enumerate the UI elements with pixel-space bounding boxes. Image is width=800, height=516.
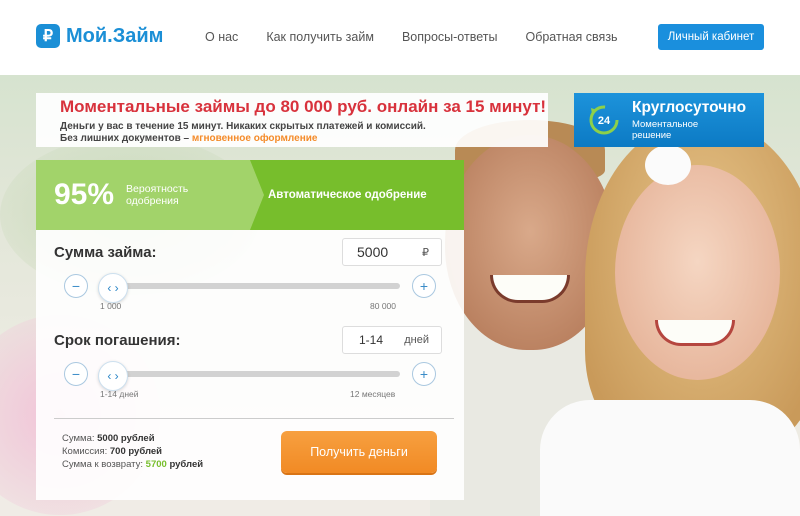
logo[interactable]: ₽ Мой.Займ <box>36 24 163 48</box>
promo-banner: Моментальные займы до 80 000 руб. онлайн… <box>36 93 548 147</box>
term-increase-button[interactable]: + <box>412 362 436 386</box>
summary-return-label: Сумма к возврату: <box>62 459 144 470</box>
amount-track[interactable]: ‹ › <box>98 273 400 303</box>
girl-face <box>615 165 780 380</box>
amount-slider-handle[interactable]: ‹ › <box>98 273 128 303</box>
summary-return-unit: рублей <box>169 459 204 470</box>
main-nav: О нас Как получить займ Вопросы-ответы О… <box>205 30 646 44</box>
term-max-label: 12 месяцев <box>350 389 396 399</box>
summary-fee: Комиссия: 700 рублей <box>62 445 203 458</box>
girl-dress <box>540 400 800 516</box>
nav-item-faq[interactable]: Вопросы-ответы <box>402 30 498 44</box>
logo-text: Мой.Займ <box>66 24 164 47</box>
promo-line-2: Без лишних документов – мгновенное оформ… <box>60 133 548 144</box>
promo-line-2-accent: мгновенное оформление <box>191 133 318 144</box>
loan-calculator: 95% Вероятность одобрения Автоматическое… <box>36 160 464 500</box>
term-label: Срок погашения: <box>54 332 181 349</box>
badge24-title: Круглосуточно <box>632 99 747 116</box>
nav-item-about[interactable]: О нас <box>205 30 238 44</box>
nav-item-feedback[interactable]: Обратная связь <box>525 30 617 44</box>
summary-fee-label: Комиссия: <box>62 446 108 457</box>
amount-label: Сумма займа: <box>54 244 157 261</box>
amount-slider: − ‹ › + <box>64 273 446 303</box>
site-header: ₽ Мой.Займ О нас Как получить займ Вопро… <box>0 0 800 75</box>
summary-sum-label: Сумма: <box>62 433 95 444</box>
summary-return: Сумма к возврату: 5700 рублей <box>62 458 203 471</box>
chevron-left-right-icon: ‹ › <box>107 369 119 383</box>
promo-line-1: Деньги у вас в течение 15 минут. Никаких… <box>60 121 426 132</box>
amount-min-label: 1 000 <box>100 301 122 311</box>
clock-24-icon: 24 <box>589 105 619 135</box>
clock-24-number: 24 <box>598 115 611 127</box>
get-money-button[interactable]: Получить деньги <box>281 431 437 473</box>
summary-fee-value: 700 рублей <box>109 446 163 457</box>
approval-percent-label: Вероятность одобрения <box>126 183 189 207</box>
approval-strip: 95% Вероятность одобрения Автоматическое… <box>36 160 464 230</box>
term-unit: дней <box>404 334 429 346</box>
approval-percent: 95% <box>54 178 115 211</box>
amount-decrease-button[interactable]: − <box>64 274 88 298</box>
chevron-left-right-icon: ‹ › <box>107 281 119 295</box>
ruble-logo-icon: ₽ <box>36 24 60 48</box>
badge24-subtitle: Моментальное решение <box>632 119 699 141</box>
term-decrease-button[interactable]: − <box>64 362 88 386</box>
personal-cabinet-button[interactable]: Личный кабинет <box>658 24 764 50</box>
divider <box>54 418 454 419</box>
auto-approval: Автоматическое одобрение <box>250 160 464 230</box>
loan-summary: Сумма: 5000 рублей Комиссия: 700 рублей … <box>62 432 203 471</box>
approval-probability: 95% Вероятность одобрения <box>36 160 250 230</box>
term-min-label: 1-14 дней <box>100 389 139 399</box>
term-field[interactable]: 1-14 дней <box>342 326 442 354</box>
hair-flower <box>645 145 691 185</box>
promo-title: Моментальные займы до 80 000 руб. онлайн… <box>60 97 547 116</box>
promo-line-2-prefix: Без лишних документов – <box>60 133 192 144</box>
summary-sum-value: 5000 рублей <box>97 433 155 444</box>
amount-field[interactable]: 5000 ₽ <box>342 238 442 266</box>
amount-value: 5000 <box>357 244 389 260</box>
summary-return-value: 5700 <box>145 459 167 470</box>
term-value: 1-14 <box>359 333 384 347</box>
amount-increase-button[interactable]: + <box>412 274 436 298</box>
nav-item-how-to-get[interactable]: Как получить займ <box>266 30 374 44</box>
amount-max-label: 80 000 <box>370 301 396 311</box>
badge24-text: Круглосуточно Моментальное решение <box>632 99 746 141</box>
approval-arrow <box>250 160 264 230</box>
ruble-sign: ₽ <box>422 246 429 259</box>
summary-sum: Сумма: 5000 рублей <box>62 432 203 445</box>
term-slider-handle[interactable]: ‹ › <box>98 361 128 391</box>
term-slider: − ‹ › + <box>64 361 446 391</box>
round-the-clock-badge: 24 Круглосуточно Моментальное решение <box>574 93 764 147</box>
term-track[interactable]: ‹ › <box>98 361 400 391</box>
